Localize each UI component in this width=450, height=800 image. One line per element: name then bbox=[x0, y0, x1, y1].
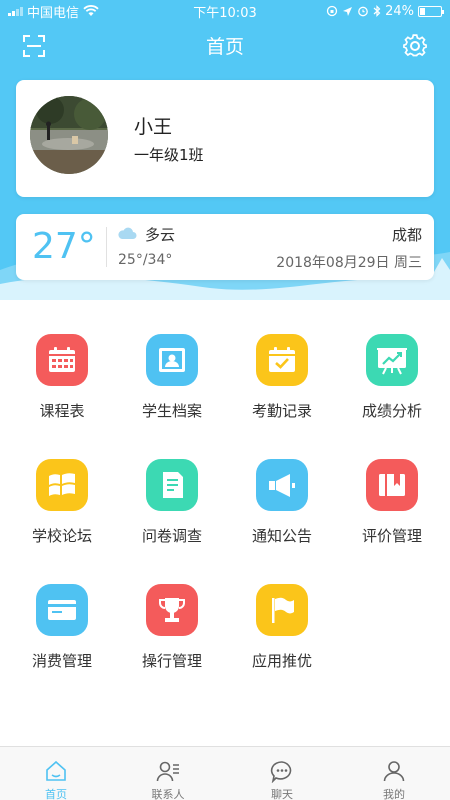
chat-bubble-icon bbox=[270, 761, 292, 783]
app-label: 操行管理 bbox=[141, 652, 202, 670]
app-label: 应用推优 bbox=[251, 652, 312, 670]
scan-icon[interactable] bbox=[22, 34, 46, 58]
app-course-schedule[interactable]: 课程表 bbox=[6, 334, 118, 434]
app-questionnaire[interactable]: 问卷调查 bbox=[116, 459, 228, 559]
app-attendance[interactable]: 考勤记录 bbox=[226, 334, 338, 434]
tab-label: 我的 bbox=[383, 788, 405, 800]
current-temperature: 27° bbox=[32, 226, 96, 267]
profile-name: 小王 bbox=[134, 116, 173, 138]
weather-divider bbox=[106, 227, 107, 267]
cloud-icon bbox=[118, 227, 137, 239]
app-label: 成绩分析 bbox=[361, 402, 422, 420]
wifi-icon bbox=[83, 5, 99, 16]
app-label: 课程表 bbox=[39, 402, 85, 420]
location-arrow-icon bbox=[343, 6, 353, 16]
profile-class: 一年级1班 bbox=[134, 146, 204, 164]
tab-home[interactable]: 首页 bbox=[0, 747, 112, 800]
questionnaire-icon bbox=[146, 459, 198, 511]
profile-card[interactable]: 小王 一年级1班 bbox=[16, 80, 434, 197]
app-label: 考勤记录 bbox=[251, 402, 312, 420]
contacts-icon bbox=[156, 761, 179, 782]
app-announcements[interactable]: 通知公告 bbox=[226, 459, 338, 559]
app-label: 问卷调查 bbox=[141, 527, 202, 545]
attendance-check-icon bbox=[256, 334, 308, 386]
tab-me[interactable]: 我的 bbox=[338, 747, 450, 800]
gear-icon[interactable] bbox=[402, 33, 428, 59]
forum-windows-icon bbox=[36, 459, 88, 511]
tab-contacts[interactable]: 联系人 bbox=[112, 747, 224, 800]
avatar[interactable] bbox=[30, 96, 108, 174]
alarm-icon bbox=[358, 6, 368, 17]
app-grade-analysis[interactable]: 成绩分析 bbox=[336, 334, 448, 434]
user-icon bbox=[383, 761, 405, 782]
app-label: 学校论坛 bbox=[31, 527, 92, 545]
signal-strength-icon bbox=[8, 6, 23, 16]
app-label: 消费管理 bbox=[31, 652, 92, 670]
app-evaluation[interactable]: 评价管理 bbox=[336, 459, 448, 559]
battery-percent: 24% bbox=[385, 3, 414, 19]
city-name: 成都 bbox=[391, 226, 422, 244]
home-icon bbox=[46, 760, 66, 781]
app-school-forum[interactable]: 学校论坛 bbox=[6, 459, 118, 559]
student-profile-icon bbox=[146, 334, 198, 386]
app-label: 通知公告 bbox=[251, 527, 312, 545]
tab-bar: 首页 联系人 聊天 我的 bbox=[0, 746, 450, 800]
carrier-name: 中国电信 bbox=[27, 5, 80, 21]
book-bookmark-icon bbox=[366, 459, 418, 511]
app-label: 学生档案 bbox=[141, 402, 202, 420]
tab-chat[interactable]: 聊天 bbox=[226, 747, 338, 800]
tab-label: 联系人 bbox=[151, 788, 185, 800]
megaphone-icon bbox=[256, 459, 308, 511]
calendar-grid-icon bbox=[36, 334, 88, 386]
navigation-bar: 首页 bbox=[0, 22, 450, 68]
bluetooth-icon bbox=[373, 5, 381, 17]
app-student-profile[interactable]: 学生档案 bbox=[116, 334, 228, 434]
app-recommend[interactable]: 应用推优 bbox=[226, 584, 338, 684]
status-bar: 中国电信 下午10:03 24% bbox=[0, 0, 450, 22]
flag-icon bbox=[256, 584, 308, 636]
weather-card: 27° 多云 25°/34° 成都 2018年08月29日 周三 bbox=[16, 214, 434, 280]
weather-condition: 多云 bbox=[145, 226, 176, 244]
app-conduct[interactable]: 操行管理 bbox=[116, 584, 228, 684]
tab-label: 聊天 bbox=[271, 788, 293, 800]
page-title: 首页 bbox=[205, 35, 244, 58]
orientation-lock-icon bbox=[326, 5, 338, 17]
tab-label: 首页 bbox=[45, 788, 67, 800]
card-icon bbox=[36, 584, 88, 636]
trophy-icon bbox=[146, 584, 198, 636]
app-label: 评价管理 bbox=[361, 527, 422, 545]
chart-board-icon bbox=[366, 334, 418, 386]
temperature-range: 25°/34° bbox=[118, 252, 173, 268]
battery-icon bbox=[418, 5, 444, 17]
app-consumption[interactable]: 消费管理 bbox=[6, 584, 118, 684]
weather-date: 2018年08月29日 周三 bbox=[276, 255, 422, 271]
